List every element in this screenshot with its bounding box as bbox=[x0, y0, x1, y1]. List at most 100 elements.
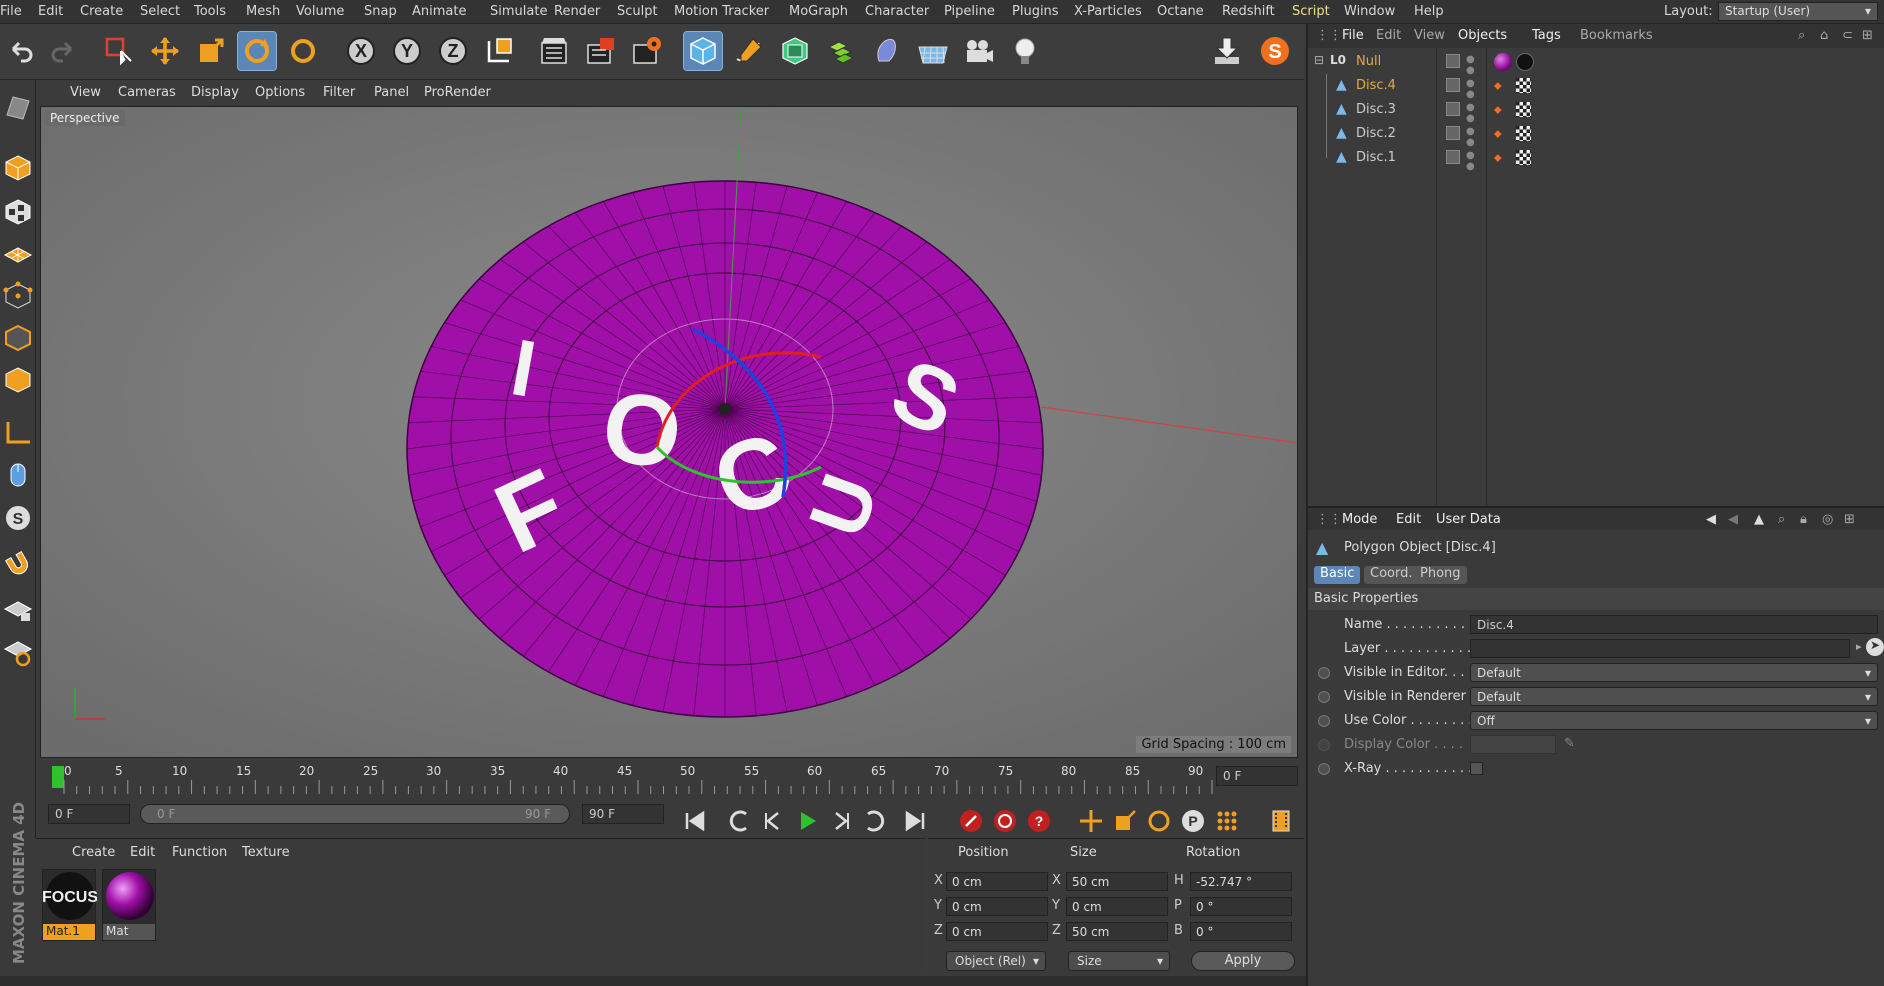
material-swatch-mat1[interactable]: FOCUS Mat.1 bbox=[42, 869, 98, 941]
menu-pipeline[interactable]: Pipeline bbox=[944, 4, 995, 19]
layout-select[interactable]: Startup (User) ▾ bbox=[1718, 2, 1878, 21]
axis-mode-button[interactable] bbox=[2, 414, 34, 450]
size-mode-select[interactable]: Size ▾ bbox=[1068, 951, 1170, 971]
go-to-end-button[interactable] bbox=[900, 806, 930, 836]
menu-character[interactable]: Character bbox=[865, 4, 929, 19]
z-axis-lock-button[interactable]: Z bbox=[434, 32, 472, 70]
animate-radio-icon[interactable] bbox=[1318, 763, 1330, 775]
key-rotation-button[interactable] bbox=[1144, 806, 1174, 836]
viewport-menu-options[interactable]: Options bbox=[255, 85, 305, 100]
attr-menu-user-data[interactable]: User Data bbox=[1436, 512, 1501, 527]
menu-mesh[interactable]: Mesh bbox=[246, 4, 280, 19]
new-panel-icon[interactable]: ⊞ bbox=[1862, 28, 1873, 43]
animate-radio-icon[interactable] bbox=[1318, 739, 1330, 751]
menu-script[interactable]: Script bbox=[1292, 4, 1330, 19]
cube-primitive-button[interactable] bbox=[683, 31, 723, 71]
collapse-icon[interactable]: ⊟ bbox=[1314, 53, 1324, 67]
phong-tag-icon[interactable]: ⬥ bbox=[1494, 79, 1502, 93]
layer-arrow-icon[interactable]: ▸ bbox=[1856, 640, 1862, 653]
viewport-camera-label[interactable]: Perspective bbox=[45, 110, 125, 126]
play-button[interactable] bbox=[792, 806, 822, 836]
apply-button[interactable]: Apply bbox=[1191, 951, 1295, 971]
y-axis-lock-button[interactable]: Y bbox=[388, 32, 426, 70]
material-swatch-mat[interactable]: Mat bbox=[102, 869, 156, 941]
object-row-null[interactable]: ⊟ L0 Null ● ● bbox=[1308, 50, 1884, 76]
animate-radio-icon[interactable] bbox=[1318, 667, 1330, 679]
object-row-disc3[interactable]: ▲ Disc.3 ● ● ⬥ bbox=[1308, 98, 1884, 124]
workplane-mode-button[interactable] bbox=[2, 236, 34, 272]
record-keys-button[interactable] bbox=[956, 806, 986, 836]
viewport-menu-cameras[interactable]: Cameras bbox=[118, 85, 176, 100]
floor-button[interactable] bbox=[914, 32, 952, 70]
object-menu-file[interactable]: File bbox=[1342, 28, 1364, 43]
material-menu-create[interactable]: Create bbox=[72, 845, 115, 860]
end-frame-field[interactable]: 90 F bbox=[582, 804, 664, 824]
next-key-button[interactable] bbox=[860, 806, 890, 836]
rotate-button[interactable] bbox=[237, 31, 277, 71]
menu-render[interactable]: Render bbox=[554, 4, 600, 19]
key-parameter-button[interactable]: P bbox=[1178, 806, 1208, 836]
texture-tag-icon[interactable] bbox=[1516, 126, 1531, 141]
menu-x-particles[interactable]: X-Particles bbox=[1074, 4, 1142, 19]
object-menu-bookmarks[interactable]: Bookmarks bbox=[1580, 28, 1653, 43]
redo-button[interactable] bbox=[44, 32, 82, 70]
enable-checkmark-icon[interactable] bbox=[1446, 78, 1460, 92]
texture-tag-icon[interactable] bbox=[1516, 102, 1531, 117]
menu-help[interactable]: Help bbox=[1414, 4, 1444, 19]
subdivision-button[interactable] bbox=[776, 32, 814, 70]
tab-coord[interactable]: Coord. bbox=[1364, 566, 1419, 584]
visible-in-editor-select[interactable]: Default ▾ bbox=[1470, 663, 1878, 682]
make-editable-button[interactable] bbox=[2, 88, 34, 124]
enable-checkmark-icon[interactable] bbox=[1446, 102, 1460, 116]
visible-in-renderer-select[interactable]: Default ▾ bbox=[1470, 687, 1878, 706]
tab-phong[interactable]: Phong bbox=[1414, 566, 1467, 584]
visibility-dots-icon[interactable]: ● ● bbox=[1466, 150, 1475, 172]
size-z-field[interactable]: 50 cm bbox=[1066, 922, 1168, 941]
position-y-field[interactable]: 0 cm bbox=[946, 897, 1048, 916]
cloner-button[interactable] bbox=[822, 32, 860, 70]
points-mode-button[interactable] bbox=[2, 278, 34, 314]
enable-checkmark-icon[interactable] bbox=[1446, 150, 1460, 164]
viewport-menu-display[interactable]: Display bbox=[191, 85, 239, 100]
size-x-field[interactable]: 50 cm bbox=[1066, 872, 1168, 891]
object-menu-tags[interactable]: Tags bbox=[1532, 28, 1561, 43]
visibility-dots-icon[interactable]: ● ● bbox=[1466, 78, 1475, 100]
phong-tag-icon[interactable]: ⬥ bbox=[1494, 151, 1502, 165]
material-tag-focus-icon[interactable] bbox=[1516, 53, 1534, 71]
polygons-mode-button[interactable] bbox=[2, 362, 34, 398]
menu-window[interactable]: Window bbox=[1344, 4, 1395, 19]
animate-radio-icon[interactable] bbox=[1318, 715, 1330, 727]
menu-file[interactable]: File bbox=[0, 4, 22, 19]
color-picker-icon[interactable]: ✎ bbox=[1564, 736, 1575, 751]
visibility-dots-icon[interactable]: ● ● bbox=[1466, 126, 1475, 148]
autokeying-button[interactable] bbox=[990, 806, 1020, 836]
material-menu-texture[interactable]: Texture bbox=[242, 845, 290, 860]
next-frame-button[interactable] bbox=[826, 806, 856, 836]
position-z-field[interactable]: 0 cm bbox=[946, 922, 1048, 941]
coordinate-mode-select[interactable]: Object (Rel) ▾ bbox=[946, 951, 1046, 971]
menu-animate[interactable]: Animate bbox=[412, 4, 466, 19]
x-axis-lock-button[interactable]: X bbox=[342, 32, 380, 70]
render-view-button[interactable] bbox=[536, 32, 574, 70]
timeline-window-button[interactable] bbox=[1266, 806, 1296, 836]
object-menu-view[interactable]: View bbox=[1414, 28, 1445, 43]
tweak-mode-button[interactable] bbox=[2, 456, 34, 492]
frame-range-slider[interactable]: 0 F 90 F bbox=[140, 804, 570, 824]
menu-motion-tracker[interactable]: Motion Tracker bbox=[674, 4, 769, 19]
menu-snap[interactable]: Snap bbox=[364, 4, 397, 19]
menu-redshift[interactable]: Redshift bbox=[1222, 4, 1275, 19]
object-row-disc1[interactable]: ▲ Disc.1 ● ● ⬥ bbox=[1308, 146, 1884, 172]
planar-workplane-button[interactable] bbox=[2, 634, 34, 670]
viewport-menu-filter[interactable]: Filter bbox=[323, 85, 355, 100]
model-mode-button[interactable] bbox=[2, 150, 34, 186]
new-panel-icon[interactable]: ⊞ bbox=[1844, 512, 1855, 527]
scale-button[interactable] bbox=[192, 32, 230, 70]
live-selection-button[interactable] bbox=[100, 32, 138, 70]
viewport-menu-view[interactable]: View bbox=[70, 85, 101, 100]
display-color-swatch[interactable] bbox=[1470, 735, 1556, 754]
perspective-viewport[interactable]: F O C U S I Perspective Grid Spacing : 1… bbox=[40, 106, 1298, 758]
edges-mode-button[interactable] bbox=[2, 320, 34, 356]
key-position-button[interactable] bbox=[1076, 806, 1106, 836]
menu-octane[interactable]: Octane bbox=[1157, 4, 1204, 19]
snapping-button[interactable]: S bbox=[2, 500, 34, 536]
